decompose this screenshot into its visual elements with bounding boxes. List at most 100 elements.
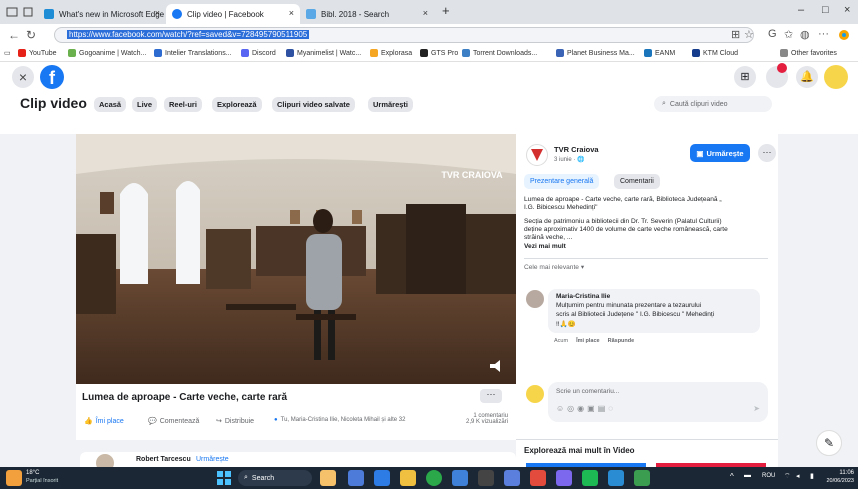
browser-tab[interactable]: Bibl. 2018 - Search × xyxy=(300,4,434,24)
widgets-icon[interactable] xyxy=(320,470,336,486)
tab-overview[interactable]: Prezentare generală xyxy=(524,174,600,189)
comment-input[interactable]: Scrie un comentariu... ☺◎◉▣▤◌ ➤ xyxy=(548,382,768,422)
follow-link[interactable]: Urmărește xyxy=(196,456,229,463)
bookmark-item[interactable]: Intelier Translations... xyxy=(154,49,232,57)
video-player[interactable]: TVR CRAIOVA xyxy=(76,134,516,384)
explorasa-icon xyxy=(370,49,378,57)
see-more-link[interactable]: Vezi mai mult xyxy=(524,243,764,251)
follow-button[interactable]: ▣ Urmărește xyxy=(690,144,750,162)
comment-button[interactable]: 💬 Comentează xyxy=(148,417,199,426)
window-menu-icon[interactable] xyxy=(6,6,18,18)
clock-date[interactable]: 20/06/2023 xyxy=(814,478,854,484)
browser-tab-active[interactable]: Clip video | Facebook × xyxy=(166,4,300,24)
extension-icon[interactable] xyxy=(838,29,850,41)
related-video-card[interactable]: Robert Tarcescu Urmărește xyxy=(80,452,516,472)
sort-dropdown[interactable]: Cele mai relevante ▾ xyxy=(524,264,584,272)
bookmark-item[interactable]: Gogoanime | Watch... xyxy=(68,49,146,57)
tab-explore[interactable]: Explorează xyxy=(212,97,262,112)
chat-icon[interactable] xyxy=(374,470,390,486)
store-icon[interactable] xyxy=(452,470,468,486)
avatar[interactable] xyxy=(526,290,544,308)
tray-chevron-icon[interactable]: ^ xyxy=(730,472,734,481)
photos-icon[interactable] xyxy=(504,470,520,486)
tab-actions-icon[interactable] xyxy=(22,6,34,18)
language-indicator[interactable]: ROU xyxy=(762,473,775,479)
bookmark-item[interactable]: Discord xyxy=(241,49,276,57)
comment-tools-icons[interactable]: ☺◎◉▣▤◌ xyxy=(556,404,616,413)
tab-saved-videos[interactable]: Clipuri video salvate xyxy=(272,97,355,112)
tab-live[interactable]: Live xyxy=(132,97,158,112)
close-tab-icon[interactable]: × xyxy=(423,8,428,18)
reactions-summary[interactable]: ● Tu, Maria-Cristina Ilie, Nicoleta Miha… xyxy=(274,417,405,423)
avatar[interactable] xyxy=(824,65,848,89)
volume-icon[interactable]: ◂ xyxy=(796,472,800,480)
profile-icon[interactable]: ◍ xyxy=(800,28,810,41)
tab-comments[interactable]: Comentarii xyxy=(614,174,660,189)
bookmark-item[interactable]: GTS Pro xyxy=(420,49,458,57)
tab-home[interactable]: Acasă xyxy=(94,97,127,112)
menu-grid-icon[interactable]: ⊞ xyxy=(734,66,756,88)
wifi-icon[interactable]: ⌔ xyxy=(784,472,791,481)
more-options-button[interactable]: ··· xyxy=(480,389,502,403)
page-name[interactable]: TVR Craiova xyxy=(554,145,599,154)
battery-icon[interactable]: ▬ xyxy=(744,472,751,479)
new-message-icon[interactable]: ✎ xyxy=(816,430,842,456)
minimize-button[interactable]: – xyxy=(798,4,804,16)
bookmark-item[interactable]: Torrent Downloads... xyxy=(462,49,537,57)
maximize-button[interactable]: □ xyxy=(822,4,829,16)
facebook-logo-icon[interactable]: f xyxy=(40,65,64,89)
new-tab-button[interactable]: + xyxy=(442,3,450,18)
terminal-icon[interactable] xyxy=(478,470,494,486)
tab-following[interactable]: Urmărești xyxy=(368,97,414,112)
bookmark-item[interactable]: YouTube xyxy=(18,49,57,57)
like-button[interactable]: 👍 Îmi place xyxy=(84,417,124,426)
bookmark-item[interactable]: EANM xyxy=(644,49,675,57)
share-button[interactable]: ↪ Distribuie xyxy=(216,417,254,426)
close-window-button[interactable]: × xyxy=(844,4,850,16)
file-explorer-icon[interactable] xyxy=(400,470,416,486)
bookmark-item[interactable]: Explorasa xyxy=(370,49,412,57)
apps-icon[interactable]: ▭ xyxy=(4,49,11,57)
app-icon[interactable] xyxy=(634,470,650,486)
clip-video-nav: Clip video Acasă Live Reel-uri Exploreaz… xyxy=(0,92,858,116)
send-icon[interactable]: ➤ xyxy=(753,404,760,413)
bookmark-item[interactable]: KTM Cloud xyxy=(692,49,738,57)
favorite-star-icon[interactable]: ☆ xyxy=(744,28,754,41)
bookmark-item[interactable]: Other favorites xyxy=(780,49,837,57)
comment-text: scris al Bibliotecii Județene " I.G. Bib… xyxy=(556,311,715,318)
page-avatar[interactable] xyxy=(526,144,548,166)
close-tab-icon[interactable]: × xyxy=(289,8,294,18)
bookmark-item[interactable]: Myanimelist | Watc... xyxy=(286,49,361,57)
search-input[interactable]: ⌕ Caută clipuri video xyxy=(654,96,772,112)
close-icon[interactable]: × xyxy=(12,66,34,88)
tab-reels[interactable]: Reel-uri xyxy=(164,97,202,112)
weather-icon[interactable] xyxy=(6,470,22,486)
task-view-icon[interactable] xyxy=(348,470,364,486)
more-menu-icon[interactable]: ··· xyxy=(818,28,829,40)
more-options-button[interactable]: ··· xyxy=(758,144,776,162)
windows-start-icon[interactable] xyxy=(217,471,231,485)
clock-time[interactable]: 11:06 xyxy=(824,470,854,476)
back-arrow-icon[interactable]: ← xyxy=(8,28,20,42)
reading-view-icon[interactable]: ⊞ xyxy=(731,28,740,41)
comment-author[interactable]: Maria-Cristina Ilie xyxy=(556,293,610,300)
bell-icon[interactable]: 🔔 xyxy=(796,66,818,88)
refresh-extension-icon[interactable]: G xyxy=(768,28,777,40)
refresh-icon[interactable]: ↻ xyxy=(26,28,36,42)
app-icon[interactable] xyxy=(608,470,624,486)
app-icon[interactable] xyxy=(582,470,598,486)
url-field[interactable]: https://www.facebook.com/watch/?ref=save… xyxy=(54,27,754,43)
myanimelist-icon xyxy=(286,49,294,57)
post-meta: 3 iunie · 🌐 xyxy=(554,157,585,163)
close-tab-icon[interactable]: × xyxy=(155,8,160,18)
edge-browser-icon[interactable] xyxy=(426,470,442,486)
favorites-icon[interactable]: ✩ xyxy=(784,28,793,41)
taskbar-search[interactable]: ⌕ Search xyxy=(238,470,312,486)
browser-tab[interactable]: What's new in Microsoft Edge × xyxy=(38,4,166,24)
app-icon[interactable] xyxy=(556,470,572,486)
torrent-icon xyxy=(462,49,470,57)
app-icon[interactable] xyxy=(530,470,546,486)
youtube-icon xyxy=(18,49,26,57)
author-name[interactable]: Robert Tarcescu xyxy=(136,456,191,463)
bookmark-item[interactable]: Planet Business Ma... xyxy=(556,49,635,57)
